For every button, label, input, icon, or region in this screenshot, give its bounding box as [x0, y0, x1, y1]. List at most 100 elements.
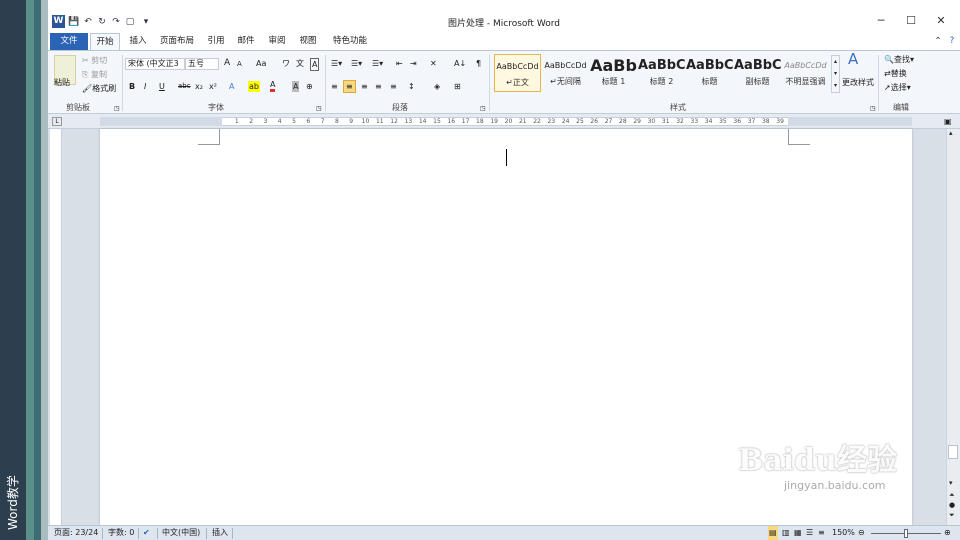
format-painter-button[interactable]: 🖌格式刷	[82, 83, 116, 94]
dialog-launcher-icon[interactable]: ◳	[316, 103, 322, 114]
scroll-thumb[interactable]	[948, 445, 958, 459]
help-icon[interactable]: ?	[946, 33, 958, 50]
font-color-button[interactable]: A	[270, 81, 276, 92]
shrink-font-button[interactable]: A	[237, 59, 242, 70]
bold-button[interactable]: B	[129, 81, 135, 92]
tab-insert[interactable]: 插入	[126, 33, 150, 50]
word-count[interactable]: 字数: 0	[108, 526, 134, 540]
zoom-out-icon[interactable]: ⊖	[858, 526, 865, 540]
align-right-button[interactable]: ≡	[361, 81, 368, 92]
change-case-button[interactable]: Aa	[256, 58, 266, 69]
chinese-layout-button[interactable]: ✕	[430, 58, 437, 69]
page-count[interactable]: 页面: 23/24	[54, 526, 98, 540]
close-button[interactable]: ✕	[928, 12, 954, 30]
tab-selector-button[interactable]: L	[52, 117, 62, 126]
style-name: 标题 1	[601, 77, 626, 86]
change-styles-button[interactable]: 更改样式	[842, 77, 874, 88]
styles-gallery-scroll[interactable]: ▴ ▾ ▾	[831, 55, 840, 93]
ribbon-minimize-icon[interactable]: ⌃	[932, 33, 944, 50]
ruler-number: 21	[518, 118, 527, 125]
shading-button[interactable]: ◈	[434, 81, 440, 92]
grow-font-button[interactable]: A	[224, 58, 230, 69]
dialog-launcher-icon[interactable]: ◳	[870, 103, 876, 114]
multilevel-list-button[interactable]: ☰▾	[372, 58, 383, 69]
select-button[interactable]: ➚选择▾	[884, 82, 911, 93]
numbering-button[interactable]: ☰▾	[351, 58, 362, 69]
language-indicator[interactable]: 中文(中国)	[162, 526, 200, 540]
group-label-clipboard: 剪贴板	[66, 103, 90, 112]
dialog-launcher-icon[interactable]: ◳	[480, 103, 486, 114]
draft-view-icon[interactable]: ≡	[818, 526, 825, 540]
phonetic-guide-button[interactable]: 文	[296, 58, 304, 69]
char-shading-button[interactable]: A	[292, 81, 300, 92]
full-screen-view-icon[interactable]: ▥	[782, 526, 790, 540]
cut-button[interactable]: ✂ 剪切	[82, 55, 107, 66]
underline-button[interactable]: U	[159, 81, 165, 92]
tab-special-features[interactable]: 特色功能	[326, 33, 374, 50]
paste-button[interactable]: 粘贴	[54, 77, 70, 88]
vertical-scrollbar[interactable]: ▴ ▾ ⏶ ● ⏷	[946, 129, 960, 525]
tab-file[interactable]: 文件	[50, 33, 88, 50]
scroll-down-icon[interactable]: ▾	[949, 479, 953, 487]
zoom-level[interactable]: 150%	[832, 526, 855, 540]
style-no-spacing[interactable]: AaBbCcDd ↵无间隔	[542, 54, 589, 92]
show-marks-button[interactable]: ¶	[476, 58, 481, 69]
insert-mode-indicator[interactable]: 插入	[212, 526, 228, 540]
increase-indent-button[interactable]: ⇥	[410, 58, 417, 69]
justify-button[interactable]: ≡	[375, 81, 382, 92]
bullets-button[interactable]: ☰▾	[331, 58, 342, 69]
enclose-chars-button[interactable]: ⊕	[306, 81, 313, 92]
tab-review[interactable]: 审阅	[264, 33, 290, 50]
text-effects-button[interactable]: A	[229, 81, 234, 92]
style-title[interactable]: AaBbC 标题	[686, 54, 733, 92]
zoom-in-icon[interactable]: ⊕	[944, 526, 951, 540]
decrease-indent-button[interactable]: ⇤	[396, 58, 403, 69]
proofing-icon[interactable]: ✔	[143, 526, 150, 540]
tab-view[interactable]: 视图	[295, 33, 321, 50]
highlight-button[interactable]: ab	[248, 81, 260, 92]
align-left-button[interactable]: ≡	[331, 81, 338, 92]
copy-button[interactable]: ⎘ 复制	[82, 69, 107, 80]
style-heading-2[interactable]: AaBbC 标题 2	[638, 54, 685, 92]
style-normal[interactable]: AaBbCcDd ↵正文	[494, 54, 541, 92]
tab-mailings[interactable]: 邮件	[233, 33, 259, 50]
font-size-combo[interactable]: 五号	[185, 58, 219, 70]
tab-home[interactable]: 开始	[90, 33, 120, 50]
line-spacing-button[interactable]: ↕	[408, 81, 415, 92]
ruler-number: 16	[447, 118, 456, 125]
next-page-icon[interactable]: ⏷	[949, 511, 955, 520]
sort-button[interactable]: A↓	[454, 58, 466, 69]
tab-page-layout[interactable]: 页面布局	[154, 33, 200, 50]
maximize-button[interactable]: ☐	[898, 12, 924, 30]
print-layout-view-icon[interactable]: ▤	[768, 526, 778, 540]
web-layout-view-icon[interactable]: ▦	[794, 526, 802, 540]
borders-button[interactable]: ⊞	[454, 81, 461, 92]
style-subtle-emphasis[interactable]: AaBbCcDd 不明显强调	[782, 54, 829, 92]
char-border-button[interactable]: A	[310, 58, 320, 71]
scroll-up-icon[interactable]: ▴	[949, 129, 953, 137]
margin-corner-mark	[198, 129, 220, 145]
clear-format-button[interactable]: ワ	[282, 58, 290, 69]
vertical-ruler[interactable]	[50, 129, 62, 525]
strikethrough-button[interactable]: abc	[178, 81, 191, 92]
minimize-button[interactable]: ─	[868, 12, 894, 30]
style-heading-1[interactable]: AaBb 标题 1	[590, 54, 637, 92]
previous-page-icon[interactable]: ⏶	[949, 491, 955, 500]
outline-view-icon[interactable]: ☰	[806, 526, 813, 540]
view-ruler-icon[interactable]: ▣	[944, 116, 952, 127]
change-styles-icon[interactable]: A	[848, 52, 858, 67]
find-button[interactable]: 🔍查找▾	[884, 54, 914, 65]
zoom-slider-thumb[interactable]	[904, 529, 908, 538]
superscript-button[interactable]: x²	[209, 81, 217, 92]
center-button[interactable]: ≡	[343, 80, 356, 93]
italic-button[interactable]: I	[144, 81, 146, 92]
replace-button[interactable]: ⇄替换	[884, 68, 907, 79]
dialog-launcher-icon[interactable]: ◳	[114, 103, 120, 114]
subscript-button[interactable]: x₂	[195, 81, 203, 92]
distributed-button[interactable]: ≡	[390, 81, 397, 92]
style-subtitle[interactable]: AaBbC 副标题	[734, 54, 781, 92]
browse-object-icon[interactable]: ●	[949, 501, 955, 509]
font-name-combo[interactable]: 宋体 (中文正3	[125, 58, 185, 70]
tab-references[interactable]: 引用	[203, 33, 229, 50]
ruler-number: 19	[490, 118, 498, 125]
